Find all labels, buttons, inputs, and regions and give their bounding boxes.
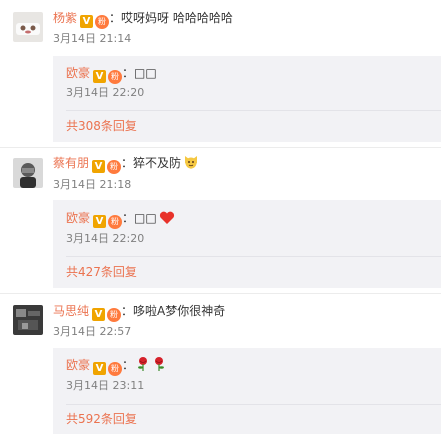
verified-badge: V: [92, 160, 106, 173]
reply-box: 欧豪 V 粉： 3月14日 23:11 共592条回复: [53, 348, 441, 434]
comment-time: 3月14日 22:57: [53, 325, 132, 338]
divider: [66, 110, 441, 111]
fan-badge: 粉: [108, 215, 123, 229]
comment-line: 杨紫 V 粉：哎呀妈呀 哈哈哈哈哈: [53, 9, 233, 29]
more-replies-link[interactable]: 共308条回复: [66, 118, 137, 134]
comment-line: 马思纯 V 粉：哆啦A梦你很神奇: [53, 302, 225, 322]
reply-box: 欧豪 V 粉：□□ 3月14日 22:20 共427条回复: [53, 200, 441, 288]
fan-badge: 粉: [107, 308, 122, 322]
reply-line: 欧豪 V 粉：□□: [66, 209, 175, 230]
fan-badge: 粉: [95, 15, 110, 29]
avatar[interactable]: [13, 12, 43, 42]
reply-text: ：□□: [122, 211, 157, 225]
divider: [66, 404, 441, 405]
replier-name[interactable]: 欧豪: [66, 211, 90, 225]
replier-name[interactable]: 欧豪: [66, 358, 90, 372]
divider: [66, 256, 441, 257]
more-replies-link[interactable]: 共592条回复: [66, 411, 137, 427]
commenter-name[interactable]: 蔡有朋: [53, 156, 89, 170]
fan-badge: 粉: [107, 160, 122, 174]
divider: [0, 147, 441, 148]
reply-time: 3月14日 22:20: [66, 86, 145, 99]
comment-time: 3月14日 21:14: [53, 32, 132, 45]
reply-line: 欧豪 V 粉：: [66, 356, 166, 377]
verified-badge: V: [80, 15, 94, 28]
comment-text: ：哆啦A梦你很神奇: [121, 304, 226, 318]
fan-badge: 粉: [108, 362, 123, 376]
rose-emoji: [152, 356, 166, 377]
comment-text: ：哎呀妈呀 哈哈哈哈哈: [109, 11, 233, 25]
red-heart-emoji: [159, 211, 175, 230]
avatar[interactable]: [13, 158, 43, 188]
cat-face-emoji: [183, 154, 199, 175]
comment-time: 3月14日 21:18: [53, 178, 132, 191]
verified-badge: V: [93, 70, 107, 83]
verified-badge: V: [92, 308, 106, 321]
more-replies-link[interactable]: 共427条回复: [66, 264, 137, 280]
fan-badge: 粉: [108, 70, 123, 84]
replier-name[interactable]: 欧豪: [66, 66, 90, 80]
verified-badge: V: [93, 362, 107, 375]
reply-box: 欧豪 V 粉：□□ 3月14日 22:20 共308条回复: [53, 56, 441, 142]
comment-line: 蔡有朋 V 粉：猝不及防: [53, 154, 199, 175]
avatar[interactable]: [13, 305, 43, 335]
reply-time: 3月14日 23:11: [66, 379, 145, 392]
rose-emoji: [136, 356, 150, 377]
verified-badge: V: [93, 215, 107, 228]
reply-text: ：: [122, 358, 135, 372]
reply-line: 欧豪 V 粉：□□: [66, 64, 157, 84]
comment-text: ：猝不及防: [121, 156, 182, 170]
reply-time: 3月14日 22:20: [66, 232, 145, 245]
divider: [0, 293, 441, 294]
commenter-name[interactable]: 马思纯: [53, 304, 89, 318]
reply-text: ：□□: [122, 66, 157, 80]
commenter-name[interactable]: 杨紫: [53, 11, 77, 25]
